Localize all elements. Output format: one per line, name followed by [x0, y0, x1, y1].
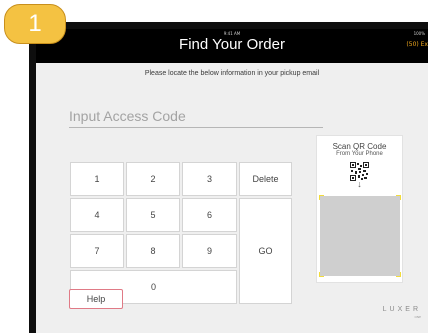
camera-viewfinder [319, 195, 401, 277]
qr-scan-panel: Scan QR Code From Your Phone ↓ [316, 135, 403, 283]
viewfinder-corner [396, 272, 401, 277]
keypad-key-4[interactable]: 4 [70, 198, 124, 232]
page-title: Find Your Order [179, 36, 285, 53]
viewfinder-corner [396, 195, 401, 200]
keypad-key-7[interactable]: 7 [70, 234, 124, 268]
keypad-key-3[interactable]: 3 [182, 162, 237, 196]
keypad-key-9[interactable]: 9 [182, 234, 237, 268]
access-code-input[interactable] [69, 105, 323, 128]
kiosk-screen: 9:41 AM 100% Find Your Order (50) Ex Ple… [36, 29, 428, 333]
keypad-delete-button[interactable]: Delete [239, 162, 292, 196]
go-button[interactable]: GO [239, 198, 292, 304]
qr-panel-subtitle: From Your Phone [336, 151, 383, 157]
keypad-key-2[interactable]: 2 [126, 162, 180, 196]
keypad-key-1[interactable]: 1 [70, 162, 124, 196]
title-bar: 9:41 AM 100% Find Your Order (50) Ex [36, 29, 428, 63]
exit-countdown-button[interactable]: (50) Ex [406, 41, 428, 48]
luxer-logo-subtext: ONE [414, 315, 421, 319]
instruction-text: Please locate the below information in y… [144, 70, 320, 77]
step-number-badge: 1 [4, 4, 66, 44]
luxer-logo: LUXER [382, 306, 421, 313]
keypad-key-6[interactable]: 6 [182, 198, 237, 232]
viewfinder-corner [319, 272, 324, 277]
help-button[interactable]: Help [69, 289, 123, 309]
qr-panel-title: Scan QR Code [332, 142, 387, 151]
viewfinder-corner [319, 195, 324, 200]
keypad-key-5[interactable]: 5 [126, 198, 180, 232]
keypad-key-8[interactable]: 8 [126, 234, 180, 268]
down-arrow-icon: ↓ [357, 179, 362, 189]
